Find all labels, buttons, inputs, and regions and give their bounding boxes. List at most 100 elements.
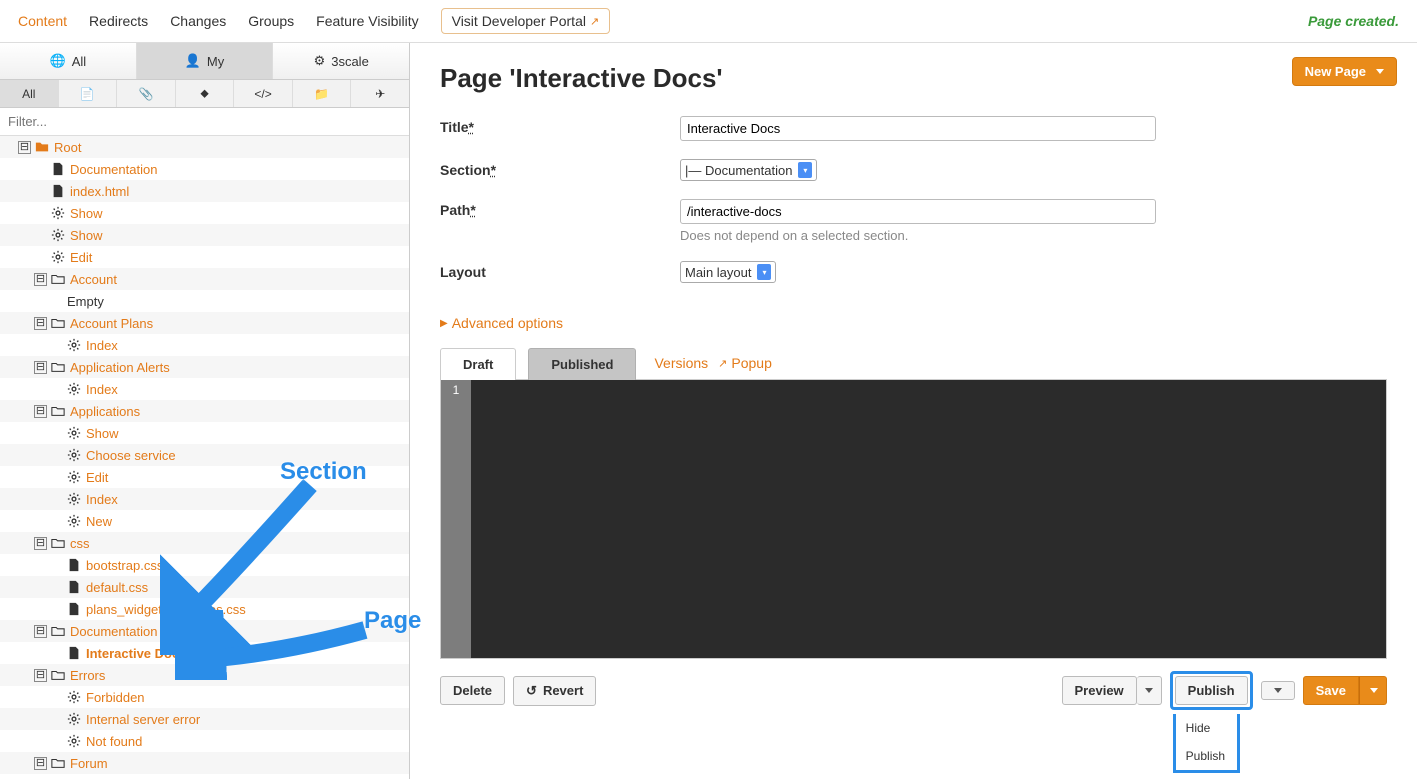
tree-row[interactable]: bootstrap.css [0, 554, 409, 576]
tree-item-label[interactable]: Applications [70, 404, 140, 419]
save-caret[interactable] [1359, 676, 1387, 705]
tree-row[interactable]: Choose service [0, 444, 409, 466]
tree-row[interactable]: Edit [0, 246, 409, 268]
tree-row[interactable]: Internal server error [0, 708, 409, 730]
tree-row[interactable]: Edit [0, 466, 409, 488]
tree-row[interactable]: ⊟ Account [0, 268, 409, 290]
tree-item-label[interactable]: Forum [70, 756, 108, 771]
tree-item-label[interactable]: Choose service [86, 448, 176, 463]
tree-item-label[interactable]: Not found [86, 734, 142, 749]
nav-redirects[interactable]: Redirects [89, 13, 148, 29]
tree-row[interactable]: ⊟ Applications [0, 400, 409, 422]
tree-item-label[interactable]: Account [70, 272, 117, 287]
tab-published[interactable]: Published [528, 348, 636, 380]
tree-row[interactable]: Forbidden [0, 686, 409, 708]
revert-button[interactable]: ↺ Revert [513, 676, 596, 706]
type-tab-folder[interactable]: 📁 [293, 80, 352, 107]
tree-item-label[interactable]: Root [54, 140, 81, 155]
owner-tab-my[interactable]: 👤 My [137, 43, 274, 79]
tree-row[interactable]: Index [0, 334, 409, 356]
tree-item-label[interactable]: Forbidden [86, 690, 145, 705]
visit-dev-portal-button[interactable]: Visit Developer Portal ↗ [441, 8, 611, 34]
tree-item-label[interactable]: Documentation [70, 162, 157, 177]
tree-toggle[interactable]: ⊟ [34, 361, 47, 374]
tree-row[interactable]: Index [0, 378, 409, 400]
tree-row[interactable]: New [0, 510, 409, 532]
editor-body[interactable] [471, 380, 1386, 658]
tree-toggle[interactable]: ⊟ [34, 669, 47, 682]
type-tab-partial[interactable]: ⬥ [176, 80, 235, 107]
tab-draft[interactable]: Draft [440, 348, 516, 380]
tree-row[interactable]: Index [0, 488, 409, 510]
owner-tab-3scale[interactable]: ⚙ 3scale [273, 43, 409, 79]
tree-item-label[interactable]: default.css [86, 580, 148, 595]
code-editor[interactable]: 1 [440, 379, 1387, 659]
tree-row[interactable]: Show [0, 422, 409, 444]
tree-item-label[interactable]: Edit [70, 250, 92, 265]
tree-toggle[interactable]: ⊟ [34, 317, 47, 330]
tree-item-label[interactable]: index.html [70, 184, 129, 199]
publish-menu-publish[interactable]: Publish [1176, 742, 1237, 770]
advanced-options-toggle[interactable]: Advanced options [440, 315, 563, 331]
section-select[interactable]: |— Documentation ▾ [680, 159, 817, 181]
tree-item-label[interactable]: Show [70, 228, 103, 243]
tree-row[interactable]: default.css [0, 576, 409, 598]
new-page-button[interactable]: New Page [1292, 57, 1397, 86]
filter-input[interactable] [0, 108, 409, 136]
preview-caret[interactable] [1137, 676, 1162, 705]
owner-tab-all[interactable]: 🌐 All [0, 43, 137, 79]
tree-row[interactable]: ⊟ Forum [0, 752, 409, 774]
tree-item-label[interactable]: Show [70, 206, 103, 221]
tree-toggle[interactable]: ⊟ [34, 625, 47, 638]
tree-item-label[interactable]: bootstrap.css [86, 558, 163, 573]
publish-caret[interactable] [1261, 681, 1295, 700]
tree-row[interactable]: ⊟Errors [0, 664, 409, 686]
tree-item-label[interactable]: New [86, 514, 112, 529]
publish-button[interactable]: Publish [1175, 676, 1248, 705]
type-tab-code[interactable]: </> [234, 80, 293, 107]
tree-item-label[interactable]: plans_widget_overrides.css [86, 602, 246, 617]
tree-row[interactable]: ⊟ Application Alerts [0, 356, 409, 378]
save-button[interactable]: Save [1303, 676, 1359, 705]
tree-toggle[interactable]: ⊟ [34, 405, 47, 418]
versions-link[interactable]: Versions [654, 355, 708, 371]
nav-feature-visibility[interactable]: Feature Visibility [316, 13, 418, 29]
layout-select[interactable]: Main layout ▾ [680, 261, 776, 283]
tree-item-label[interactable]: Internal server error [86, 712, 200, 727]
tree-row[interactable]: Show [0, 202, 409, 224]
tree-row[interactable]: Empty [0, 290, 409, 312]
tree-row[interactable]: ⊟Account Plans [0, 312, 409, 334]
tree-item-label[interactable]: Application Alerts [70, 360, 170, 375]
tree-item-label[interactable]: Interactive Docs [86, 646, 186, 661]
tree-toggle[interactable]: ⊟ [34, 537, 47, 550]
tree-item-label[interactable]: Index [86, 492, 118, 507]
tree-item-label[interactable]: Index [86, 338, 118, 353]
tree-row[interactable]: Interactive Docs [0, 642, 409, 664]
tree-row[interactable]: Documentation [0, 158, 409, 180]
nav-content[interactable]: Content [18, 13, 67, 29]
tree-item-label[interactable]: Show [86, 426, 119, 441]
preview-button[interactable]: Preview [1062, 676, 1137, 705]
nav-changes[interactable]: Changes [170, 13, 226, 29]
tree-row[interactable]: ⊟ Root [0, 136, 409, 158]
tree-toggle[interactable]: ⊟ [18, 141, 31, 154]
tree-row[interactable]: ⊟ css [0, 532, 409, 554]
tree-item-label[interactable]: Edit [86, 470, 108, 485]
delete-button[interactable]: Delete [440, 676, 505, 705]
title-input[interactable] [680, 116, 1156, 141]
type-tab-file[interactable]: 📄 [59, 80, 118, 107]
tree-toggle[interactable]: ⊟ [34, 757, 47, 770]
type-tab-rocket[interactable]: ✈ [351, 80, 409, 107]
popup-link[interactable]: ↗ Popup [718, 355, 772, 371]
tree-item-label[interactable]: css [70, 536, 90, 551]
nav-groups[interactable]: Groups [248, 13, 294, 29]
tree-row[interactable]: ⊟ Documentation [0, 620, 409, 642]
tree-row[interactable]: Not found [0, 730, 409, 752]
tree-toggle[interactable]: ⊟ [34, 273, 47, 286]
tree-row[interactable]: plans_widget_overrides.css [0, 598, 409, 620]
tree-item-label[interactable]: Index [86, 382, 118, 397]
publish-menu-hide[interactable]: Hide [1176, 714, 1237, 742]
tree-item-label[interactable]: Documentation [70, 624, 157, 639]
tree-row[interactable]: index.html [0, 180, 409, 202]
tree-row[interactable]: Show [0, 224, 409, 246]
